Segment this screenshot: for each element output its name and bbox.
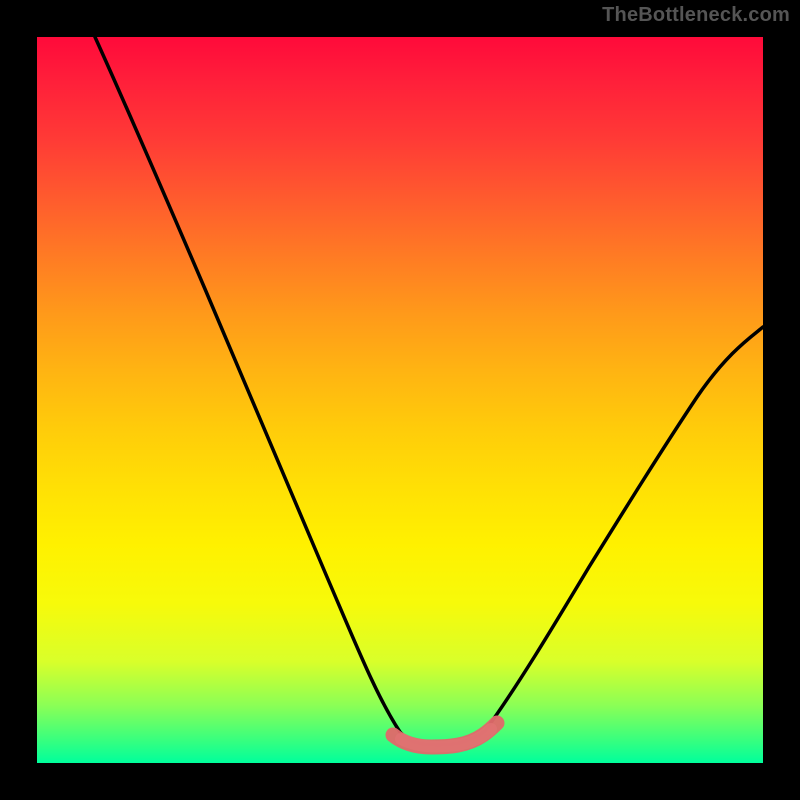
watermark: TheBottleneck.com	[602, 4, 790, 27]
chart-area	[37, 37, 763, 763]
curve-layer	[37, 37, 763, 763]
bottleneck-curve	[95, 37, 763, 745]
